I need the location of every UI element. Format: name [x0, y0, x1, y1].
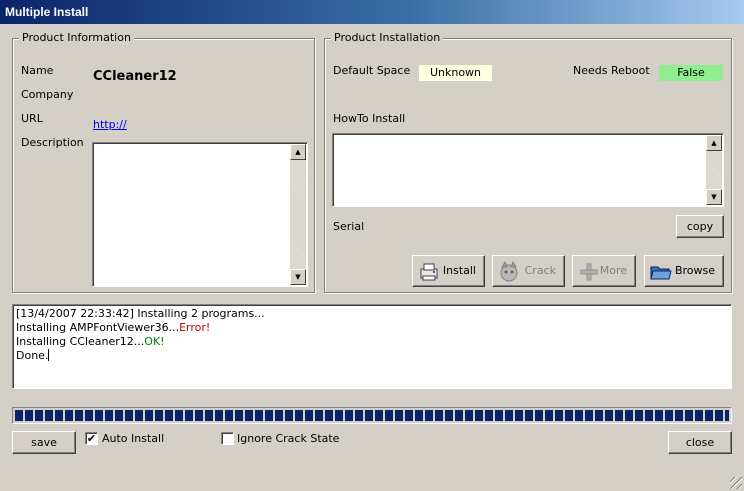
text-caret [48, 349, 50, 361]
serial-label: Serial [333, 220, 365, 233]
product-installation-legend: Product Installation [331, 31, 444, 45]
more-button[interactable]: More [572, 255, 636, 287]
close-button[interactable]: close [668, 431, 732, 454]
log-line: Installing CCleaner12...OK! [16, 335, 728, 349]
description-textarea[interactable]: ▲ ▼ [92, 142, 308, 287]
howto-install-label: HowTo Install [333, 112, 406, 125]
scroll-down-arrow-icon[interactable]: ▼ [706, 189, 722, 205]
scroll-up-arrow-icon[interactable]: ▲ [290, 144, 306, 160]
save-button[interactable]: save [12, 431, 76, 454]
printer-install-icon [420, 263, 438, 281]
needs-reboot-label: Needs Reboot [573, 64, 650, 77]
description-scrollbar[interactable]: ▲ ▼ [290, 144, 306, 285]
install-button-label: Install [442, 264, 476, 277]
crack-button[interactable]: Crack [492, 255, 565, 287]
product-information-legend: Product Information [19, 31, 134, 45]
install-progress-bar [12, 407, 732, 424]
default-space-value: Unknown [419, 65, 492, 81]
browse-button-label: Browse [674, 264, 715, 277]
folder-icon [650, 266, 672, 280]
log-line: Done. [16, 349, 728, 363]
copy-button[interactable]: copy [676, 215, 724, 238]
log-ok-status: OK! [144, 335, 165, 348]
install-button[interactable]: Install [412, 255, 485, 287]
auto-install-label[interactable]: Auto Install [102, 432, 164, 446]
log-error-status: Error! [179, 321, 211, 334]
howto-scrollbar[interactable]: ▲ ▼ [706, 135, 722, 205]
company-label: Company [21, 88, 74, 101]
plus-icon [580, 263, 598, 281]
log-line-text: Installing CCleaner12... [16, 335, 145, 348]
install-log[interactable]: [13/4/2007 22:33:42] Installing 2 progra… [12, 304, 732, 389]
log-line-text: Done. [16, 349, 49, 362]
howto-install-textarea[interactable]: ▲ ▼ [332, 133, 724, 207]
url-link[interactable]: http:// [93, 118, 127, 132]
more-button-label: More [599, 264, 627, 277]
resize-grip[interactable] [730, 477, 742, 489]
product-name-value: CCleaner12 [93, 69, 177, 84]
scroll-up-arrow-icon[interactable]: ▲ [706, 135, 722, 151]
log-line-text: Installing AMPFontViewer36... [16, 321, 180, 334]
progress-fill [15, 410, 729, 421]
window-title: Multiple Install [0, 0, 744, 24]
description-label: Description [21, 136, 84, 149]
scroll-down-arrow-icon[interactable]: ▼ [290, 269, 306, 285]
url-label: URL [21, 112, 43, 125]
browse-button[interactable]: Browse [644, 255, 724, 287]
log-line: Installing AMPFontViewer36...Error! [16, 321, 728, 335]
auto-install-checkbox[interactable]: ✔ [85, 432, 98, 445]
default-space-label: Default Space [333, 64, 411, 77]
log-line: [13/4/2007 22:33:42] Installing 2 progra… [16, 307, 728, 321]
crack-button-label: Crack [524, 264, 556, 277]
ignore-crack-state-label[interactable]: Ignore Crack State [237, 432, 339, 446]
crack-icon [500, 260, 518, 282]
name-label: Name [21, 64, 54, 77]
needs-reboot-value: False [659, 65, 723, 81]
ignore-crack-state-checkbox[interactable] [221, 432, 234, 445]
log-line-text: [13/4/2007 22:33:42] Installing 2 progra… [16, 307, 265, 320]
